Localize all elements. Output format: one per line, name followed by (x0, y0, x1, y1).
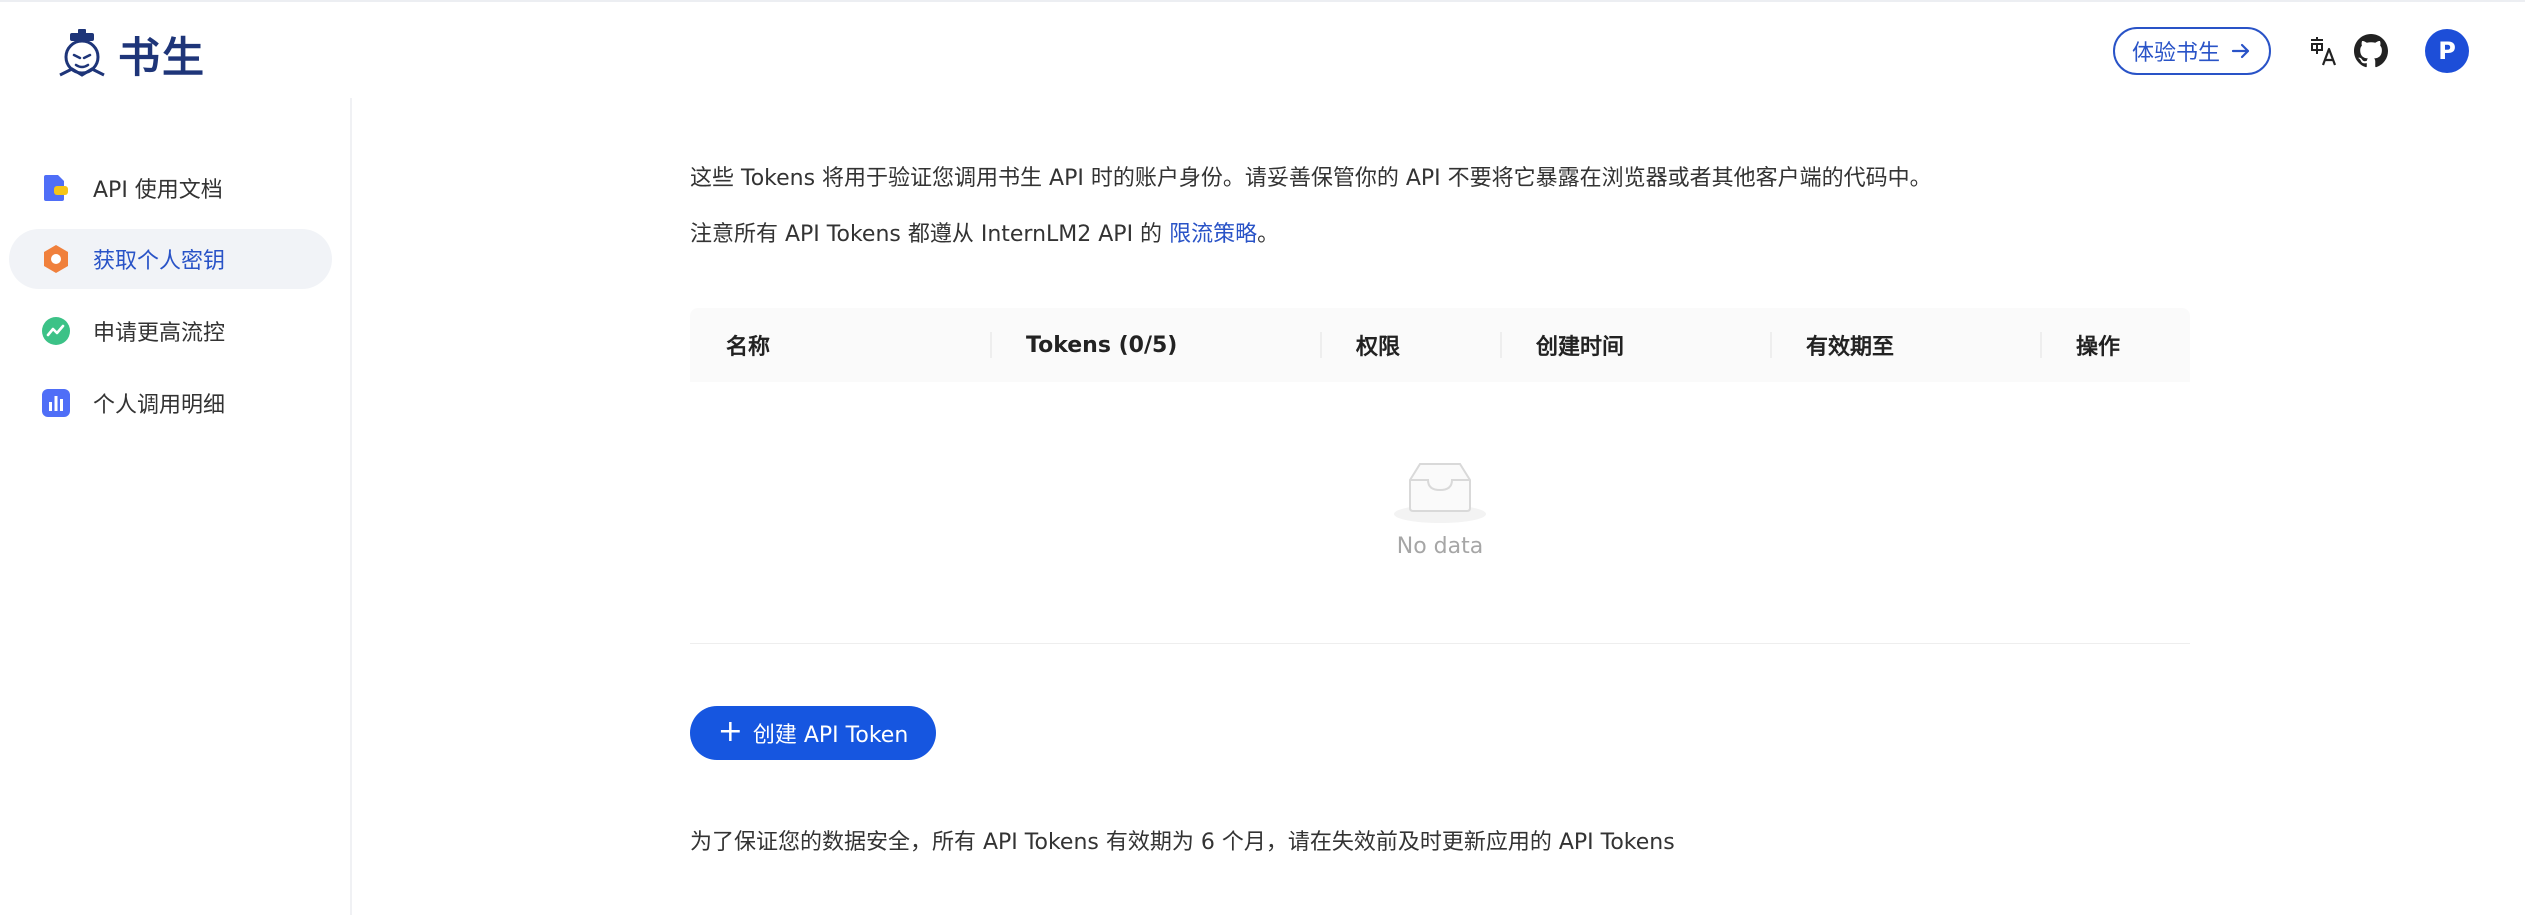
empty-state: No data (690, 458, 2190, 559)
tokens-table: 名称 Tokens (0/5) 权限 创建时间 有效期至 操作 No data (690, 308, 2190, 644)
avatar-letter: P (2438, 37, 2456, 65)
column-separator (1500, 332, 1502, 358)
translate-icon (2311, 37, 2337, 66)
column-header-created: 创建时间 (1536, 335, 1625, 360)
language-toggle[interactable] (2306, 33, 2342, 69)
column-separator (2040, 332, 2042, 358)
logo-text: 书生 (118, 33, 207, 82)
document-icon (41, 173, 71, 203)
plus-icon: + (717, 713, 743, 749)
sidebar: API 使用文档 获取个人密钥 申请更高流控 个人调用明细 (0, 98, 352, 915)
column-header-expires: 有效期至 (1806, 335, 1895, 360)
github-icon (2354, 34, 2388, 68)
scholar-logo-icon (59, 28, 105, 77)
sidebar-item-api-docs[interactable]: API 使用文档 (9, 158, 332, 218)
column-header-actions: 操作 (2076, 335, 2121, 360)
arrow-right-icon (2231, 43, 2250, 59)
column-header-permission: 权限 (1356, 335, 1401, 360)
sidebar-item-request-quota[interactable]: 申请更高流控 (9, 301, 332, 361)
column-header-name: 名称 (726, 335, 771, 360)
sidebar-item-label: 获取个人密钥 (93, 249, 226, 274)
column-separator (1320, 332, 1322, 358)
column-header-tokens: Tokens (0/5) (1026, 332, 1178, 358)
rate-limit-suffix: 。 (1257, 222, 1280, 247)
bar-chart-icon (41, 388, 71, 418)
try-button-label: 体验书生 (2131, 41, 2220, 66)
column-separator (1770, 332, 1772, 358)
sidebar-item-label: API 使用文档 (93, 178, 223, 203)
trend-up-icon (41, 316, 71, 346)
create-button-label: 创建 API Token (752, 723, 909, 748)
create-api-token-button[interactable]: + 创建 API Token (690, 706, 936, 760)
main-content: 这些 Tokens 将用于验证您调用书生 API 时的账户身份。请妥善保管你的 … (690, 98, 2190, 915)
rate-limit-notice: 注意所有 API Tokens 都遵从 InternLM2 API 的 限流策略… (690, 216, 1279, 248)
sidebar-item-usage-detail[interactable]: 个人调用明细 (9, 373, 332, 433)
token-validity-note: 为了保证您的数据安全，所有 API Tokens 有效期为 6 个月，请在失效前… (690, 830, 1675, 855)
github-link[interactable] (2353, 33, 2389, 69)
rate-limit-prefix: 注意所有 API Tokens 都遵从 InternLM2 API 的 (690, 222, 1170, 247)
table-header: 名称 Tokens (0/5) 权限 创建时间 有效期至 操作 (690, 308, 2190, 382)
sidebar-item-get-key[interactable]: 获取个人密钥 (9, 229, 332, 289)
empty-state-label: No data (1396, 534, 1484, 559)
key-hexagon-icon (41, 244, 71, 274)
top-bar: 书生 体验书生 P (0, 0, 2525, 98)
rate-limit-policy-link[interactable]: 限流策略 (1169, 222, 1257, 247)
try-shusheng-button[interactable]: 体验书生 (2113, 27, 2271, 75)
user-avatar[interactable]: P (2425, 29, 2469, 73)
column-separator (990, 332, 992, 358)
sidebar-item-label: 申请更高流控 (93, 321, 226, 346)
empty-inbox-icon (1394, 463, 1486, 523)
logo[interactable]: 书生 (54, 24, 206, 85)
token-description: 这些 Tokens 将用于验证您调用书生 API 时的账户身份。请妥善保管你的 … (690, 166, 1932, 191)
sidebar-item-label: 个人调用明细 (93, 393, 226, 418)
